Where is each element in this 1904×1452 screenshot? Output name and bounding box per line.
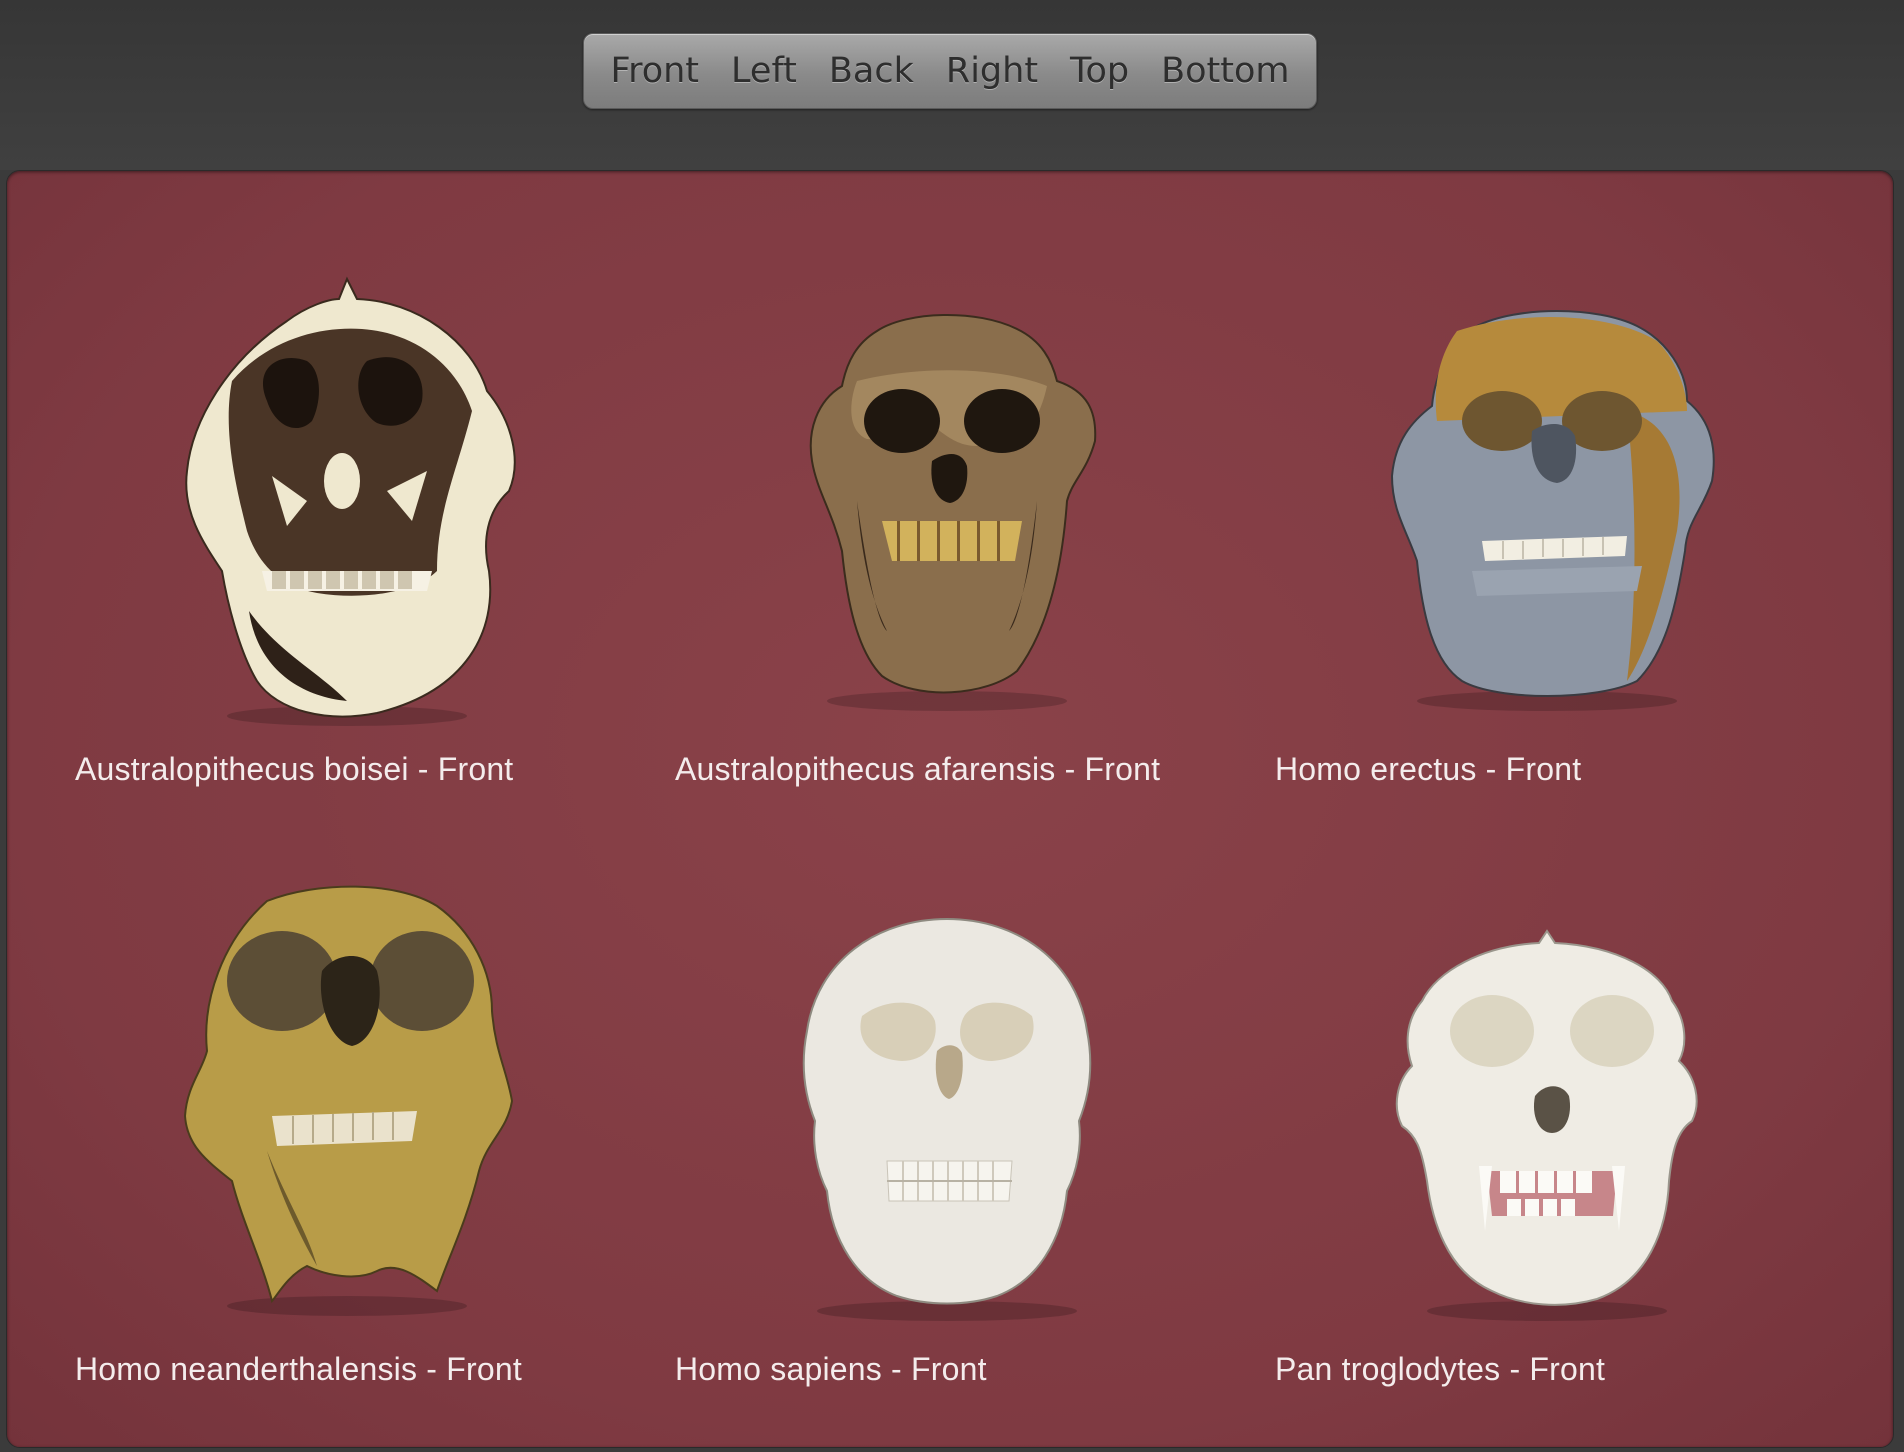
skull-caption: Homo neanderthalensis - Front: [75, 1351, 522, 1387]
skull-caption: Australopithecus boisei - Front: [75, 751, 514, 787]
skull-gallery-panel: Australopithecus boisei - Front Australo…: [6, 170, 1894, 1448]
view-button-front[interactable]: Front: [595, 34, 716, 108]
homo-sapiens-skull-image[interactable]: [617, 871, 1217, 1331]
pan-troglodytes-skull-image[interactable]: [1217, 871, 1817, 1331]
skull-caption: Homo erectus - Front: [1275, 751, 1582, 787]
skull-caption: Pan troglodytes - Front: [1275, 1351, 1606, 1387]
view-button-back[interactable]: Back: [813, 34, 930, 108]
view-button-right[interactable]: Right: [930, 34, 1054, 108]
australopithecus-afarensis-skull-image[interactable]: [617, 271, 1217, 731]
view-button-top[interactable]: Top: [1054, 34, 1145, 108]
gallery-item-homo-erectus[interactable]: Homo erectus - Front: [1217, 271, 1817, 811]
skull-caption: Australopithecus afarensis - Front: [675, 751, 1161, 787]
gallery-item-australopithecus-boisei[interactable]: Australopithecus boisei - Front: [17, 271, 617, 811]
view-button-left[interactable]: Left: [715, 34, 813, 108]
top-toolbar: Front Left Back Right Top Bottom: [0, 0, 1904, 170]
gallery-item-homo-sapiens[interactable]: Homo sapiens - Front: [617, 871, 1217, 1411]
homo-erectus-skull-image[interactable]: [1217, 271, 1817, 731]
skull-caption: Homo sapiens - Front: [675, 1351, 987, 1387]
gallery-item-australopithecus-afarensis[interactable]: Australopithecus afarensis - Front: [617, 271, 1217, 811]
homo-neanderthalensis-skull-image[interactable]: [17, 871, 617, 1331]
view-segmented-control: Front Left Back Right Top Bottom: [583, 33, 1317, 109]
australopithecus-boisei-skull-image[interactable]: [17, 271, 617, 731]
view-button-bottom[interactable]: Bottom: [1145, 34, 1305, 108]
gallery-item-homo-neanderthalensis[interactable]: Homo neanderthalensis - Front: [17, 871, 617, 1411]
gallery-item-pan-troglodytes[interactable]: Pan troglodytes - Front: [1217, 871, 1817, 1411]
